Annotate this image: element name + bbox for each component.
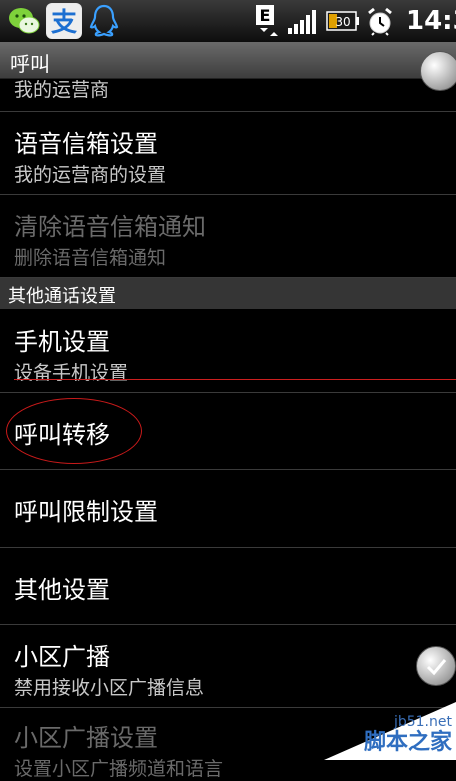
- list-item-subtitle: 禁用接收小区广播信息: [14, 677, 205, 699]
- list-item-title: 小区广播设置: [14, 724, 158, 752]
- checkmark-icon: [426, 659, 447, 676]
- checkbox[interactable]: [420, 51, 456, 91]
- list-item-title: 其他设置: [14, 576, 110, 604]
- wechat-icon[interactable]: [6, 3, 42, 39]
- checkbox[interactable]: [416, 646, 456, 686]
- battery-icon: 30: [326, 11, 359, 31]
- watermark-name: 脚本之家: [363, 730, 452, 755]
- network-type-icon: E: [256, 5, 278, 36]
- title-bar: 呼叫: [0, 42, 456, 79]
- alarm-clock-icon: [368, 7, 392, 36]
- svg-text:E: E: [260, 6, 271, 25]
- list-item-clear-voicemail[interactable]: 清除语音信箱通知 删除语音信箱通知: [0, 195, 456, 278]
- red-underline-annotation: [14, 379, 456, 380]
- list-item-cell-broadcast[interactable]: 小区广播 禁用接收小区广播信息: [0, 625, 456, 708]
- qq-icon[interactable]: [86, 3, 122, 39]
- list-item-voicemail-settings[interactable]: 语音信箱设置 我的运营商的设置: [0, 112, 456, 195]
- list-item-subtitle: 我的运营商: [14, 79, 110, 101]
- list-item-phone-settings[interactable]: 手机设置 设备手机设置: [0, 310, 456, 393]
- list-item-title: 清除语音信箱通知: [14, 213, 206, 241]
- list-item-title: 语音信箱设置: [14, 130, 158, 158]
- page-title: 呼叫: [10, 52, 50, 76]
- signal-strength-icon: [288, 10, 316, 34]
- status-bar: 支 E 30 14:3: [0, 0, 456, 42]
- clock-time: 14:3: [406, 6, 456, 36]
- list-item-other-settings[interactable]: 其他设置: [0, 548, 456, 625]
- list-item-subtitle: 设备手机设置: [14, 362, 129, 384]
- svg-text:支: 支: [51, 8, 77, 38]
- list-item-carrier[interactable]: 我的运营商: [0, 51, 456, 112]
- section-header: 其他通话设置: [0, 278, 456, 309]
- alipay-icon[interactable]: 支: [46, 3, 82, 39]
- list-item-subtitle: 删除语音信箱通知: [14, 247, 167, 269]
- svg-text:30: 30: [335, 15, 350, 29]
- list-item-call-barring[interactable]: 呼叫限制设置: [0, 470, 456, 548]
- list-item-title: 小区广播: [14, 643, 110, 671]
- list-item-title: 呼叫限制设置: [14, 498, 158, 526]
- red-circle-annotation: [6, 398, 142, 464]
- list-item-title: 手机设置: [14, 328, 110, 356]
- list-item-subtitle: 我的运营商的设置: [14, 164, 167, 186]
- list-item-subtitle: 设置小区广播频道和语言: [14, 758, 224, 780]
- section-header-label: 其他通话设置: [8, 286, 116, 307]
